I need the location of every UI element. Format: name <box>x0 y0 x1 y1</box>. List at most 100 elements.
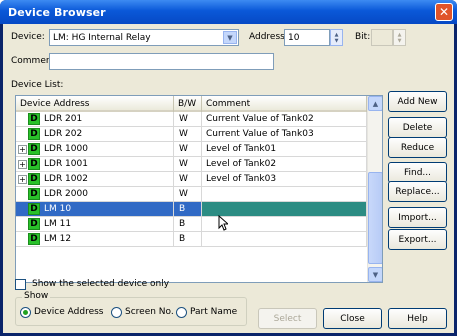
help-button[interactable]: Help <box>388 308 447 329</box>
device-d-icon: D <box>28 218 40 230</box>
device-d-icon: D <box>28 113 40 125</box>
comment-cell[interactable] <box>202 202 367 216</box>
bw-cell[interactable]: W <box>174 172 202 186</box>
comment-cell[interactable]: Current Value of Tank02 <box>202 112 367 126</box>
device-value: LM: HG Internal Relay <box>53 32 151 43</box>
show-selected-only-label[interactable]: Show the selected device only <box>32 279 169 289</box>
device-address-cell[interactable]: D LM 10 <box>16 202 174 216</box>
title-bar[interactable]: Device Browser ✕ <box>0 0 457 24</box>
table-row[interactable]: + D LDR 1001 W Level of Tank02 <box>16 157 382 172</box>
bw-cell[interactable]: B <box>174 202 202 216</box>
device-list[interactable]: Device Address B/W Comment D LDR 201 W Curr… <box>15 95 383 283</box>
comment-cell[interactable] <box>202 232 367 246</box>
device-address-cell[interactable]: + D LDR 1002 <box>16 172 174 186</box>
device-address-cell[interactable]: D LDR 202 <box>16 127 174 141</box>
export-button[interactable]: Export... <box>388 229 447 250</box>
comment-cell[interactable]: Level of Tank03 <box>202 172 367 186</box>
device-address-text: LDR 201 <box>44 114 83 124</box>
column-header-address[interactable]: Device Address <box>16 96 174 112</box>
expand-plus-icon[interactable]: + <box>18 144 27 154</box>
bw-cell[interactable]: W <box>174 142 202 156</box>
device-browser-window: Device Browser ✕ Device: LM: HG Internal… <box>0 0 457 336</box>
expander-spacer <box>18 115 27 124</box>
bit-label: Bit: <box>355 32 371 42</box>
spin-down-icon: ▼ <box>397 37 402 44</box>
bw-cell[interactable]: W <box>174 187 202 201</box>
vertical-scrollbar[interactable]: ▲ ▼ <box>367 96 382 282</box>
device-address-cell[interactable]: D LM 12 <box>16 232 174 246</box>
bw-cell[interactable]: B <box>174 217 202 231</box>
bw-cell[interactable]: B <box>174 232 202 246</box>
comment-cell[interactable] <box>202 187 367 201</box>
column-header-bw[interactable]: B/W <box>174 96 202 112</box>
scroll-up-icon[interactable]: ▲ <box>368 96 382 111</box>
device-address-cell[interactable]: + D LDR 1000 <box>16 142 174 156</box>
comment-cell[interactable]: Level of Tank02 <box>202 157 367 171</box>
window-title: Device Browser <box>8 5 106 19</box>
comment-input[interactable] <box>49 53 274 70</box>
address-input[interactable]: 10 <box>284 29 330 46</box>
bw-cell[interactable]: W <box>174 157 202 171</box>
find-button[interactable]: Find... <box>388 162 447 183</box>
device-d-icon: D <box>28 128 40 140</box>
table-row[interactable]: D LM 11 B <box>16 217 382 232</box>
radio-device-address[interactable] <box>20 307 31 318</box>
device-address-cell[interactable]: D LDR 2000 <box>16 187 174 201</box>
table-row[interactable]: D LM 10 B <box>16 202 382 217</box>
dropdown-arrow-icon[interactable]: ▼ <box>223 31 237 44</box>
table-row[interactable]: D LDR 201 W Current Value of Tank02 <box>16 112 382 127</box>
replace-button[interactable]: Replace... <box>388 181 447 202</box>
show-selected-only-checkbox[interactable] <box>15 279 26 290</box>
device-list-header: Device Address B/W Comment <box>16 96 382 112</box>
expand-plus-icon[interactable]: + <box>18 159 27 169</box>
address-value: 10 <box>288 32 300 43</box>
address-label: Address: <box>249 32 288 42</box>
device-label: Device: <box>11 32 45 42</box>
show-groupbox: Show Device Address Screen No. Part Name <box>15 291 247 326</box>
table-row[interactable]: D LDR 2000 W <box>16 187 382 202</box>
address-spinner[interactable]: ▲ ▼ <box>330 29 343 46</box>
radio-part-name-label[interactable]: Part Name <box>190 307 237 317</box>
comment-cell[interactable]: Level of Tank01 <box>202 142 367 156</box>
bw-cell[interactable]: W <box>174 112 202 126</box>
radio-screen-no-label[interactable]: Screen No. <box>125 307 174 317</box>
table-row[interactable]: D LDR 202 W Current Value of Tank03 <box>16 127 382 142</box>
device-address-cell[interactable]: D LDR 201 <box>16 112 174 126</box>
device-d-icon: D <box>28 173 40 185</box>
expand-plus-icon[interactable]: + <box>18 174 27 184</box>
table-row[interactable]: D LM 12 B <box>16 232 382 247</box>
expander-spacer <box>18 205 27 214</box>
expander-spacer <box>18 235 27 244</box>
device-address-text: LM 11 <box>44 219 72 229</box>
reduce-button[interactable]: Reduce <box>388 137 447 158</box>
bw-cell[interactable]: W <box>174 127 202 141</box>
device-address-cell[interactable]: + D LDR 1001 <box>16 157 174 171</box>
table-row[interactable]: + D LDR 1000 W Level of Tank01 <box>16 142 382 157</box>
radio-device-address-label[interactable]: Device Address <box>34 307 103 317</box>
comment-cell[interactable]: Current Value of Tank03 <box>202 127 367 141</box>
device-list-rows: D LDR 201 W Current Value of Tank02 D LDR 202… <box>16 112 382 247</box>
device-list-label: Device List: <box>11 80 64 90</box>
radio-part-name[interactable] <box>176 307 187 318</box>
bit-input <box>371 29 393 46</box>
device-address-text: LDR 202 <box>44 129 83 139</box>
device-address-text: LDR 1001 <box>44 159 88 169</box>
bit-spinner: ▲ ▼ <box>393 29 406 46</box>
dialog-body: Device: LM: HG Internal Relay ▼ Address:… <box>3 24 454 333</box>
delete-button[interactable]: Delete <box>388 117 447 138</box>
expander-spacer <box>18 190 27 199</box>
close-button[interactable]: Close <box>323 308 382 329</box>
import-button[interactable]: Import... <box>388 207 447 228</box>
scroll-down-icon[interactable]: ▼ <box>368 267 382 282</box>
device-d-icon: D <box>28 203 40 215</box>
device-dropdown[interactable]: LM: HG Internal Relay ▼ <box>49 29 239 46</box>
radio-screen-no[interactable] <box>111 307 122 318</box>
spin-down-icon[interactable]: ▼ <box>335 38 339 44</box>
add-new-button[interactable]: Add New <box>388 91 447 112</box>
scrollbar-thumb[interactable] <box>368 172 382 264</box>
device-address-cell[interactable]: D LM 11 <box>16 217 174 231</box>
close-icon[interactable]: ✕ <box>435 3 453 21</box>
column-header-comment[interactable]: Comment <box>202 96 367 112</box>
table-row[interactable]: + D LDR 1002 W Level of Tank03 <box>16 172 382 187</box>
select-button: Select <box>258 308 317 329</box>
